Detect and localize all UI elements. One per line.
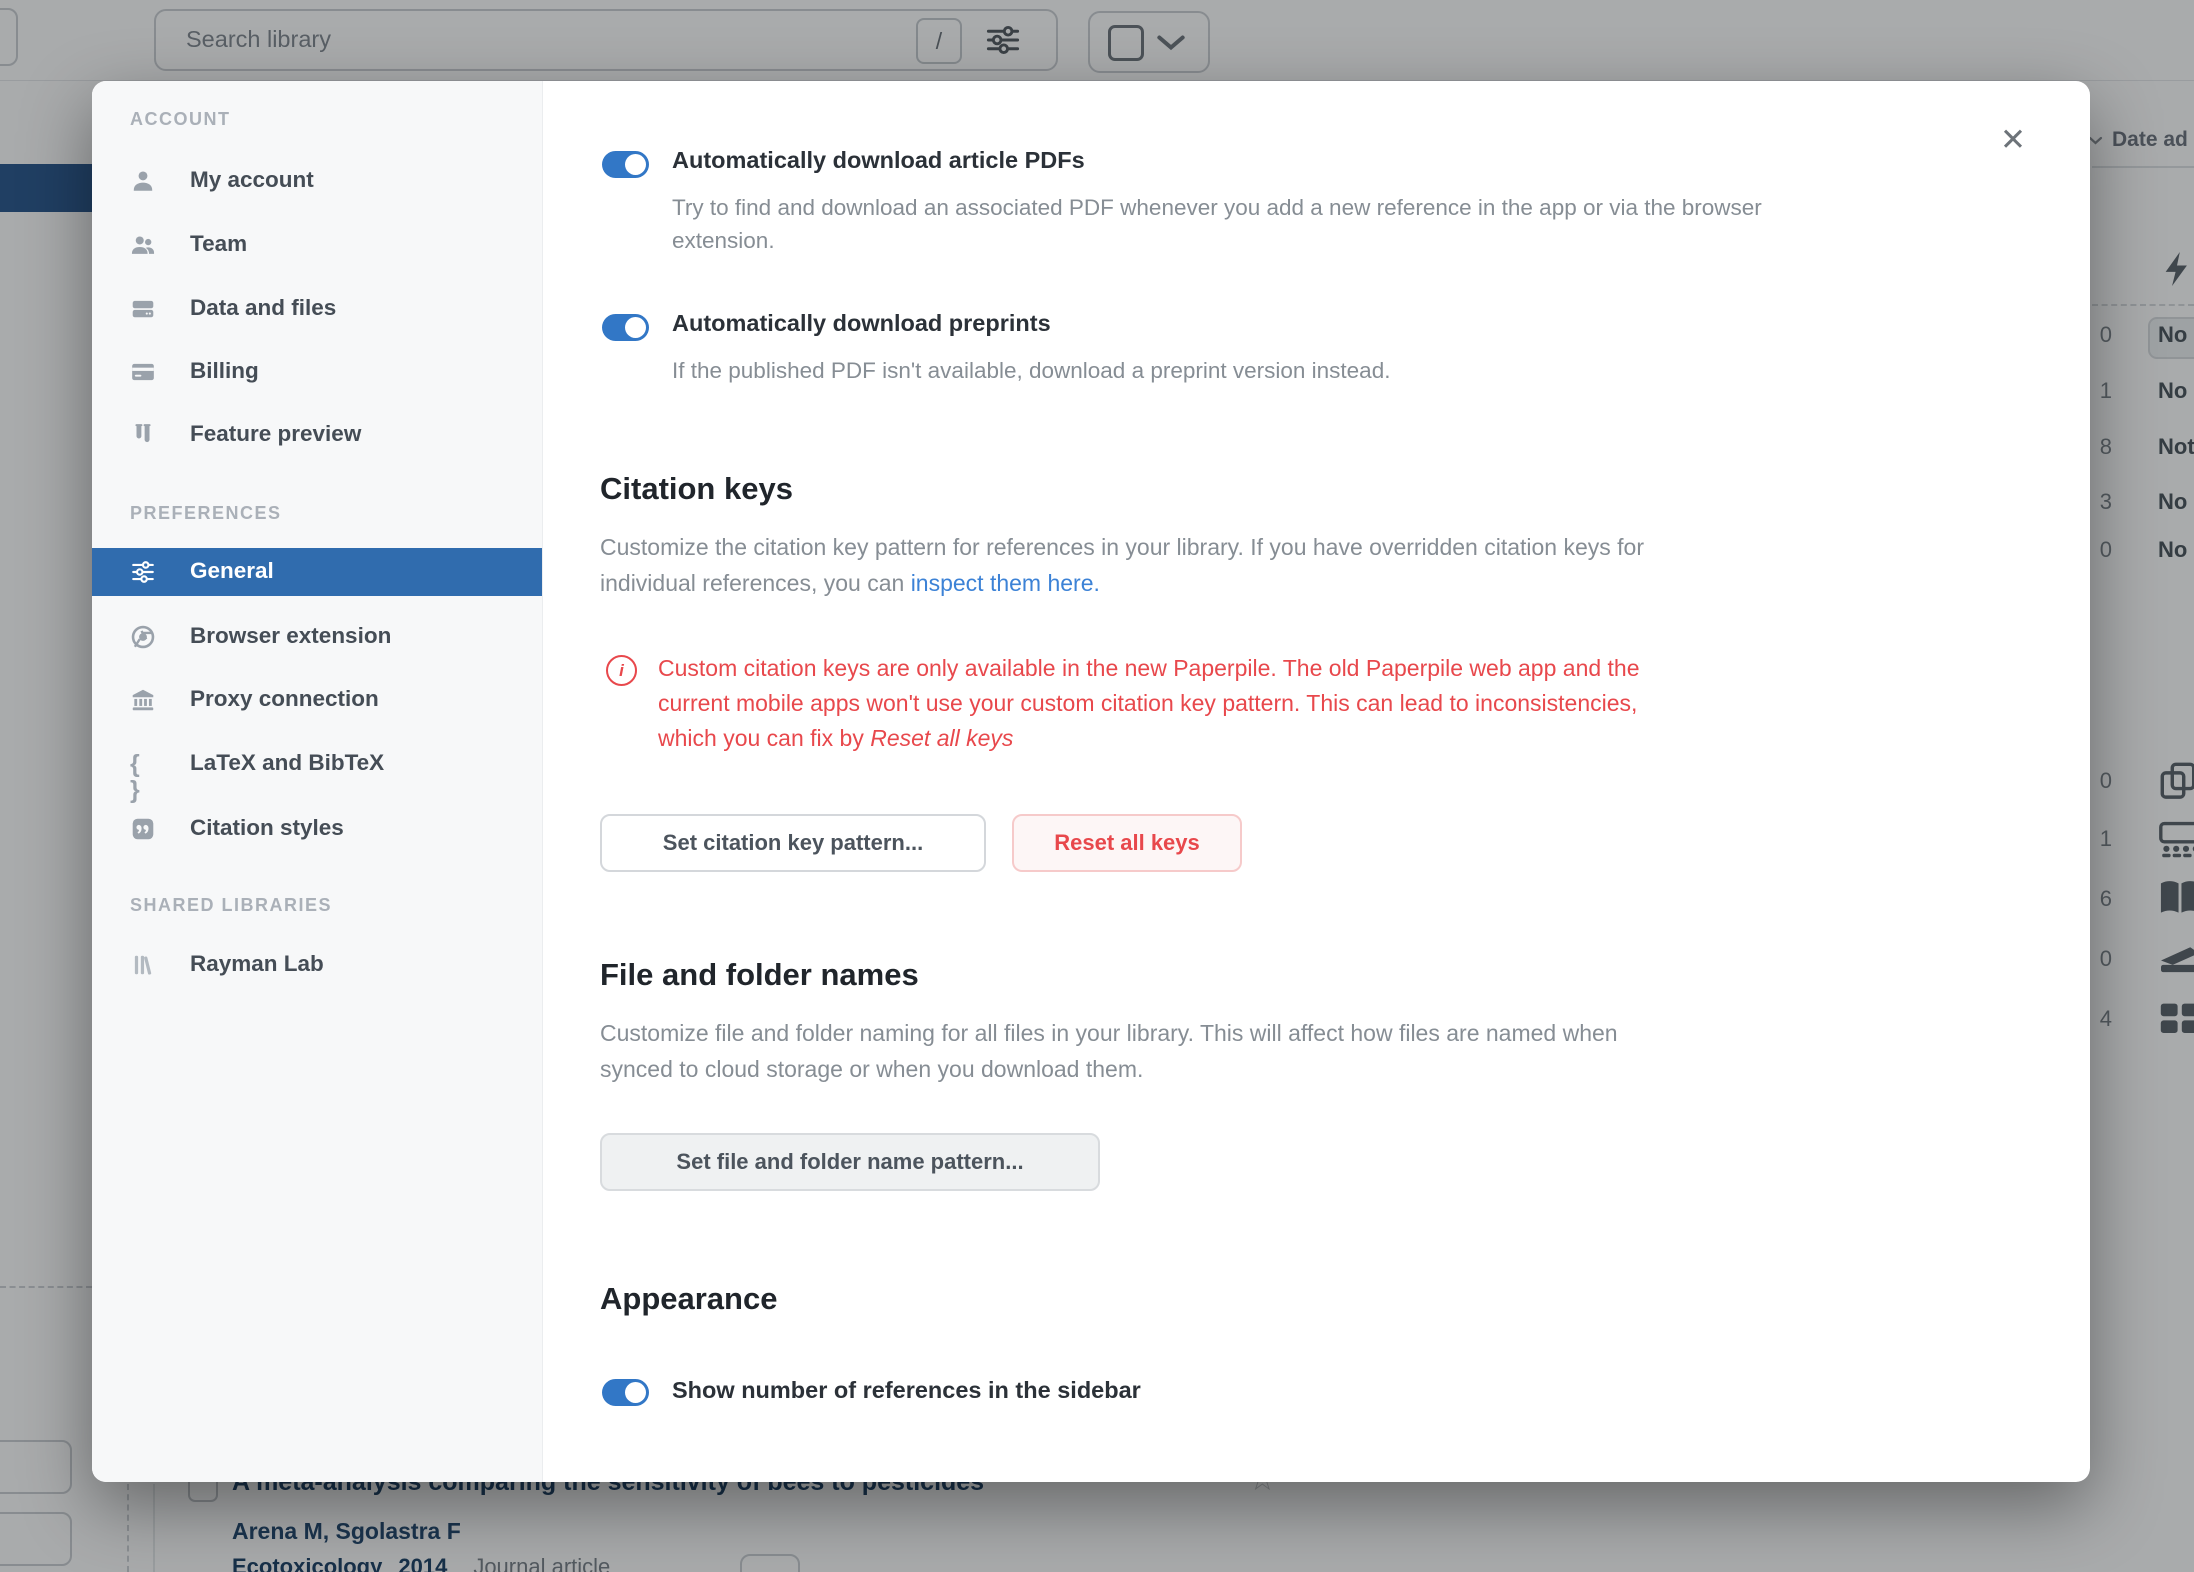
users-icon — [130, 232, 156, 258]
toggle-label: Automatically download article PDFs — [672, 147, 1085, 174]
sidebar-item-data-and-files[interactable]: Data and files — [92, 285, 542, 333]
section-label-preferences: PREFERENCES — [130, 503, 282, 524]
section-label-shared-libraries: SHARED LIBRARIES — [130, 895, 332, 916]
info-icon: i — [606, 655, 637, 686]
toggle-description: If the published PDF isn't available, do… — [672, 354, 1972, 387]
toggle-description: Try to find and download an associated P… — [672, 191, 1972, 257]
citation-keys-warning: i Custom citation keys are only availabl… — [600, 651, 2020, 781]
sidebar-item-browser-extension[interactable]: Browser extension — [92, 613, 542, 661]
sidebar-item-citation-styles[interactable]: Citation styles — [92, 805, 542, 853]
citation-keys-heading: Citation keys — [600, 471, 793, 507]
library-icon — [130, 952, 156, 978]
quote-icon — [130, 816, 156, 842]
toggle-label: Show number of references in the sidebar — [672, 1377, 1141, 1404]
appearance-heading: Appearance — [600, 1281, 777, 1317]
sidebar-item-feature-preview[interactable]: Feature preview — [92, 411, 542, 459]
chrome-icon — [130, 624, 156, 650]
set-file-folder-pattern-button[interactable]: Set file and folder name pattern... — [600, 1133, 1100, 1191]
toggle-show-sidebar-counts[interactable] — [602, 1379, 649, 1406]
screen: / Date ad — [0, 0, 2194, 1572]
citation-keys-intro: Customize the citation key pattern for r… — [600, 529, 2040, 601]
sliders-icon — [130, 559, 156, 585]
flask-icon — [130, 422, 156, 448]
toggle-auto-download-preprints[interactable] — [602, 314, 649, 341]
settings-modal: ACCOUNT My account Team Data and files — [92, 81, 2090, 1482]
bank-icon — [130, 687, 156, 713]
file-folder-names-heading: File and folder names — [600, 957, 919, 993]
sidebar-item-my-account[interactable]: My account — [92, 157, 542, 205]
sidebar-item-proxy-connection[interactable]: Proxy connection — [92, 676, 542, 724]
credit-card-icon — [130, 359, 156, 385]
server-icon — [130, 296, 156, 322]
set-citation-key-pattern-button[interactable]: Set citation key pattern... — [600, 814, 986, 872]
settings-sidebar: ACCOUNT My account Team Data and files — [92, 81, 543, 1482]
braces-icon: { } — [130, 751, 156, 777]
sidebar-item-general[interactable]: General — [92, 548, 542, 596]
reset-all-keys-button[interactable]: Reset all keys — [1012, 814, 1242, 872]
reset-all-keys-mention: Reset all keys — [870, 725, 1013, 751]
sidebar-item-latex-bibtex[interactable]: { } LaTeX and BibTeX — [92, 740, 542, 788]
toggle-label: Automatically download preprints — [672, 310, 1051, 337]
sidebar-item-team[interactable]: Team — [92, 221, 542, 269]
user-icon — [130, 168, 156, 194]
sidebar-item-rayman-lab[interactable]: Rayman Lab — [92, 941, 542, 989]
inspect-keys-link[interactable]: inspect them here. — [911, 570, 1100, 596]
file-folder-description: Customize file and folder naming for all… — [600, 1015, 2040, 1087]
close-icon[interactable]: ✕ — [1990, 117, 2036, 163]
toggle-auto-download-pdfs[interactable] — [602, 151, 649, 178]
sidebar-item-billing[interactable]: Billing — [92, 348, 542, 396]
section-label-account: ACCOUNT — [130, 109, 231, 130]
